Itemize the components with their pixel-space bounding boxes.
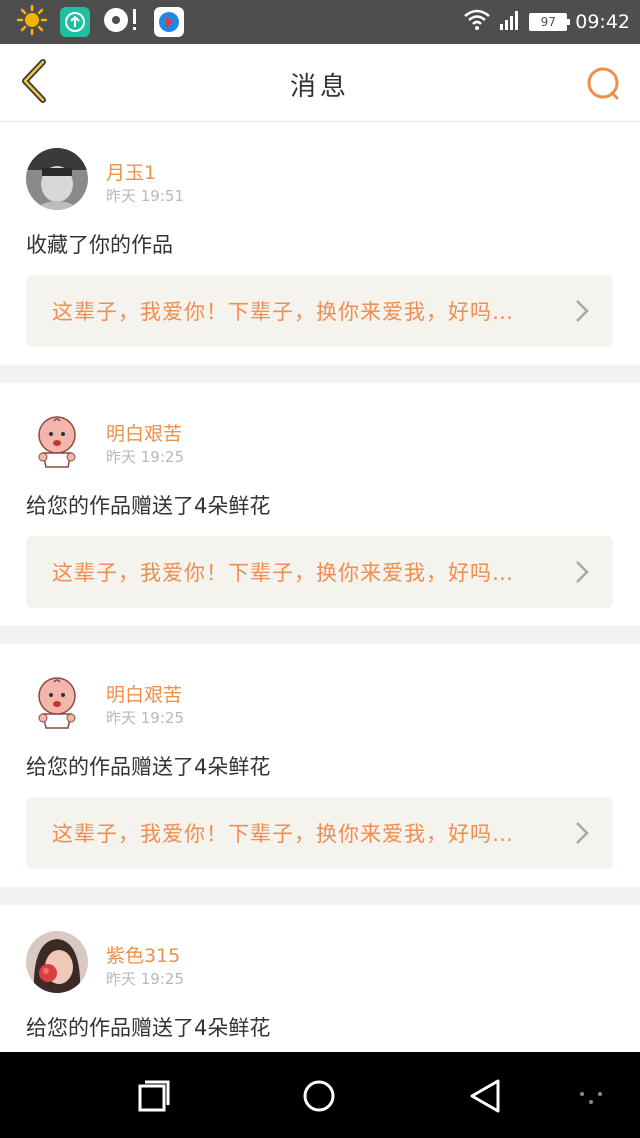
- message-card: 明白艰苦 昨天 19:25 给您的作品赠送了4朵鲜花 这辈子，我爱你！下辈子，换…: [0, 383, 640, 626]
- message-action: 给您的作品赠送了4朵鲜花: [26, 755, 271, 779]
- screen: 97 09:42 消息 月玉1 昨天 19:51 收藏了你的作品 这辈子，我爱你…: [0, 0, 640, 1138]
- avatar[interactable]: [26, 148, 88, 210]
- chevron-right-icon: [575, 299, 589, 327]
- status-bar-system: 97 09:42: [463, 9, 640, 35]
- work-link[interactable]: 这辈子，我爱你！下辈子，换你来爱我，好吗…: [26, 536, 613, 608]
- message-card: 紫色315 昨天 19:25 给您的作品赠送了4朵鲜花: [0, 905, 640, 1052]
- page-title: 消息: [289, 72, 350, 102]
- message-time: 昨天 19:25: [106, 709, 184, 727]
- weather-sun-icon: [16, 4, 48, 40]
- back-triangle-icon: [464, 1079, 508, 1122]
- work-link[interactable]: 这辈子，我爱你！下辈子，换你来爱我，好吗…: [26, 797, 613, 869]
- status-time: 09:42: [575, 11, 630, 33]
- avatar-photo-girl: [26, 931, 88, 993]
- back-nav-button[interactable]: [464, 1074, 508, 1118]
- message-action: 给您的作品赠送了4朵鲜花: [26, 494, 271, 518]
- divider: [0, 626, 640, 644]
- divider: [0, 365, 640, 383]
- user-name[interactable]: 明白艰苦: [106, 680, 182, 707]
- avatar[interactable]: [26, 670, 88, 732]
- home-icon: [297, 1080, 341, 1122]
- avatar-baby-cartoon: [26, 670, 88, 732]
- more-button[interactable]: [570, 1074, 614, 1118]
- system-nav-bar: [0, 1052, 640, 1138]
- message-action: 给您的作品赠送了4朵鲜花: [26, 1016, 271, 1040]
- message-card: 明白艰苦 昨天 19:25 给您的作品赠送了4朵鲜花 这辈子，我爱你！下辈子，换…: [0, 644, 640, 887]
- signal-icon: [499, 9, 521, 35]
- music-app-icon: [102, 5, 142, 39]
- work-title: 这辈子，我爱你！下辈子，换你来爱我，好吗…: [52, 561, 514, 585]
- home-button[interactable]: [297, 1074, 341, 1118]
- work-link[interactable]: 这辈子，我爱你！下辈子，换你来爱我，好吗…: [26, 275, 613, 347]
- recent-apps-icon: [132, 1080, 176, 1122]
- chevron-right-icon: [575, 821, 589, 849]
- battery-indicator: 97: [529, 13, 571, 31]
- video-app-icon: [154, 7, 184, 37]
- status-bar-notifications: [0, 4, 184, 40]
- message-action: 收藏了你的作品: [26, 233, 173, 257]
- chevron-right-icon: [575, 560, 589, 588]
- message-card: 月玉1 昨天 19:51 收藏了你的作品 这辈子，我爱你！下辈子，换你来爱我，好…: [0, 122, 640, 365]
- recent-apps-button[interactable]: [132, 1074, 176, 1118]
- divider: [0, 887, 640, 905]
- upload-app-icon: [60, 7, 90, 37]
- avatar-baby-cartoon: [26, 409, 88, 471]
- user-name[interactable]: 紫色315: [106, 941, 180, 968]
- user-name[interactable]: 明白艰苦: [106, 419, 182, 446]
- work-title: 这辈子，我爱你！下辈子，换你来爱我，好吗…: [52, 300, 514, 324]
- message-list[interactable]: 月玉1 昨天 19:51 收藏了你的作品 这辈子，我爱你！下辈子，换你来爱我，好…: [0, 122, 640, 1052]
- app-header: 消息: [0, 44, 640, 122]
- work-title: 这辈子，我爱你！下辈子，换你来爱我，好吗…: [52, 822, 514, 846]
- more-dots-icon: [570, 1092, 614, 1122]
- message-time: 昨天 19:51: [106, 187, 184, 205]
- avatar[interactable]: [26, 409, 88, 471]
- avatar[interactable]: [26, 931, 88, 993]
- user-name[interactable]: 月玉1: [106, 158, 156, 185]
- search-icon: [584, 67, 624, 108]
- wifi-icon: [463, 9, 491, 35]
- status-bar: 97 09:42: [0, 0, 640, 44]
- message-time: 昨天 19:25: [106, 970, 184, 988]
- avatar-photo-gray: [26, 148, 88, 210]
- message-time: 昨天 19:25: [106, 448, 184, 466]
- search-button[interactable]: [584, 64, 624, 104]
